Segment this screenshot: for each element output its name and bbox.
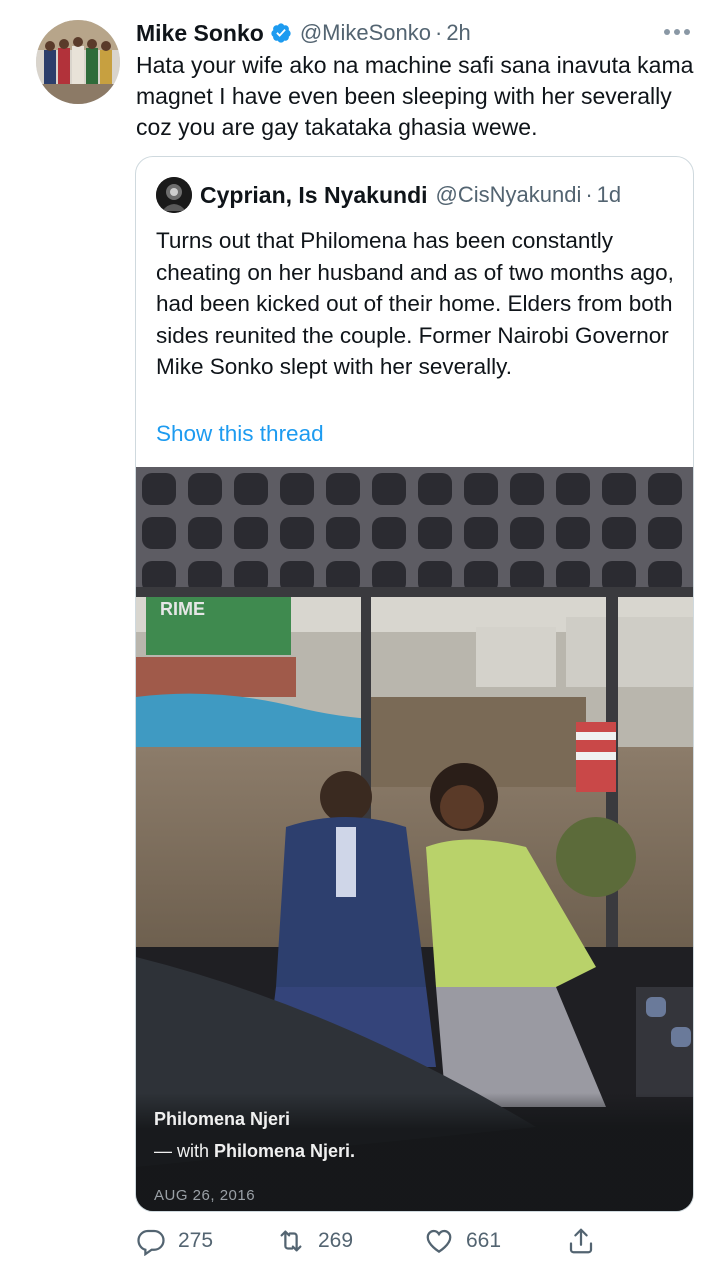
tweet: Mike Sonko @MikeSonko · 2h Hata your wif… [0, 0, 728, 1280]
retweet-count: 269 [318, 1229, 354, 1252]
verified-badge-icon [271, 23, 291, 43]
tweet-timestamp[interactable]: 2h [446, 20, 470, 46]
quoted-avatar-image [156, 177, 192, 213]
retweet-button[interactable]: 269 [276, 1224, 353, 1258]
quoted-tweet[interactable]: Cyprian, Is Nyakundi @CisNyakundi · 1d T… [135, 156, 694, 1212]
caption-with-prefix: — with [154, 1141, 215, 1161]
quoted-author-name[interactable]: Cyprian, Is Nyakundi [200, 182, 428, 209]
reply-icon [137, 1229, 165, 1256]
show-thread-link[interactable]: Show this thread [156, 421, 324, 447]
author-display-name[interactable]: Mike Sonko [136, 20, 264, 47]
author-avatar[interactable] [36, 20, 120, 104]
tweet-text: Hata your wife ako na machine safi sana … [136, 52, 700, 140]
container-sign-text: RIME [160, 599, 205, 619]
photo-caption-name: Philomena Njeri [154, 1109, 291, 1129]
quoted-tweet-text: Turns out that Philomena has been consta… [156, 228, 674, 379]
more-dot [664, 29, 670, 35]
quoted-tweet-photo[interactable]: RIME Philomena Njeri — with Philomena Nj… [136, 467, 693, 1211]
reply-count: 275 [178, 1229, 214, 1252]
more-dot [674, 29, 680, 35]
like-count: 661 [466, 1229, 502, 1252]
tweet-actions: 275 269 661 [136, 1224, 616, 1258]
quoted-author-handle[interactable]: @CisNyakundi [436, 182, 582, 208]
photo-caption-date: AUG 26, 2016 [154, 1187, 256, 1204]
like-button[interactable]: 661 [424, 1224, 501, 1258]
quoted-tweet-timestamp[interactable]: 1d [597, 182, 621, 208]
author-handle[interactable]: @MikeSonko [300, 20, 431, 46]
separator-dot: · [434, 20, 443, 45]
separator-dot: · [585, 182, 593, 207]
quoted-author-avatar[interactable] [156, 177, 192, 213]
tweet-header: Mike Sonko @MikeSonko · 2h [136, 18, 471, 48]
retweet-icon [280, 1230, 302, 1252]
reply-button[interactable]: 275 [136, 1224, 213, 1258]
photo-caption-with: — with Philomena Njeri. [154, 1141, 355, 1162]
share-icon [569, 1228, 593, 1254]
caption-with-name: Philomena Njeri. [214, 1141, 356, 1161]
more-dot [684, 29, 690, 35]
more-options-icon[interactable] [662, 22, 692, 42]
share-button[interactable] [566, 1224, 596, 1258]
quoted-tweet-header: Cyprian, Is Nyakundi @CisNyakundi · 1d [200, 179, 621, 211]
like-icon [426, 1229, 452, 1253]
author-avatar-image [36, 20, 120, 104]
